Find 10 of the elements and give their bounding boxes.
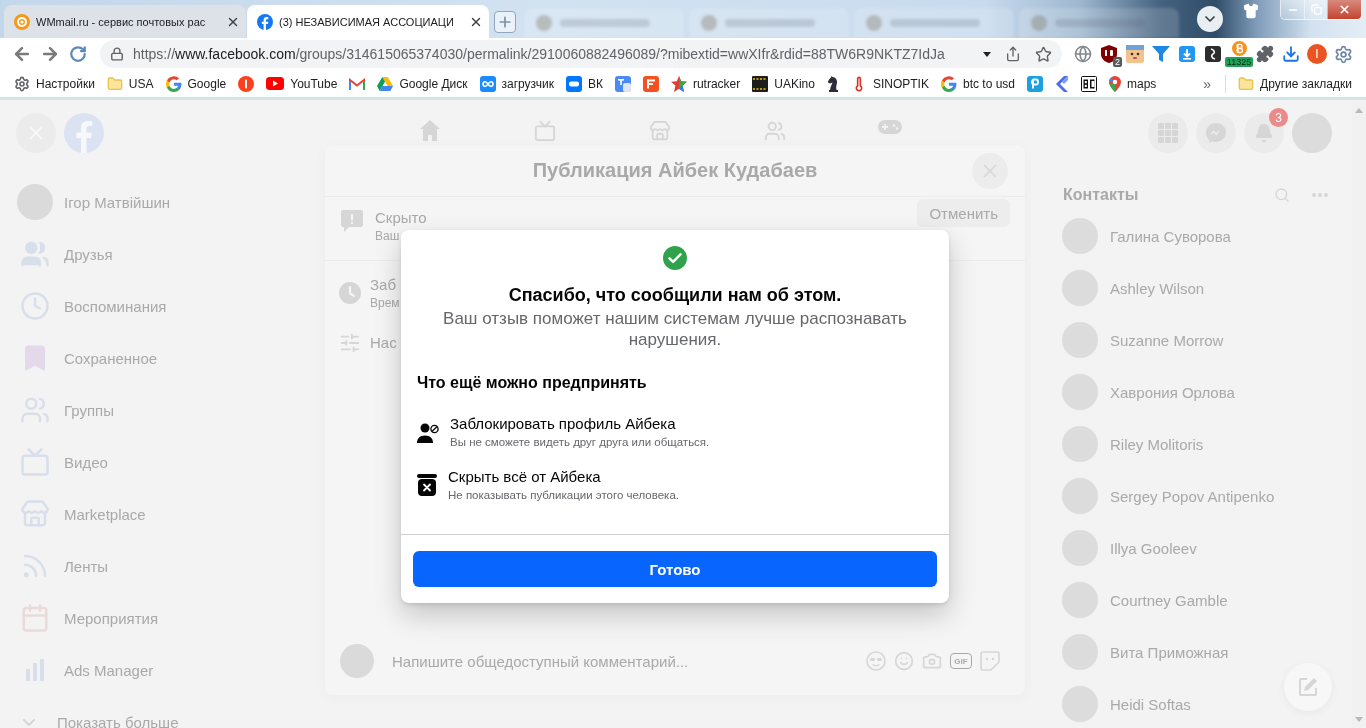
notification-badge: 3 — [1269, 108, 1288, 127]
dialog-message: Ваш отзыв поможет нашим системам лучше распознавать нарушения. — [442, 308, 908, 350]
section-title: Контакты — [1063, 186, 1139, 204]
count-badge: 11325 — [1224, 57, 1254, 67]
notice-title: Скрыто — [375, 208, 427, 228]
dialog-title: Публикация Айбек Кудабаев — [531, 159, 819, 182]
count-badge: 2 — [1113, 57, 1122, 67]
section-title: Что ещё можно предпринять — [417, 373, 648, 393]
notice-text: Ваш — [375, 228, 401, 244]
dialog-title: Спасибо, что сообщили нам об этом. — [508, 284, 842, 306]
